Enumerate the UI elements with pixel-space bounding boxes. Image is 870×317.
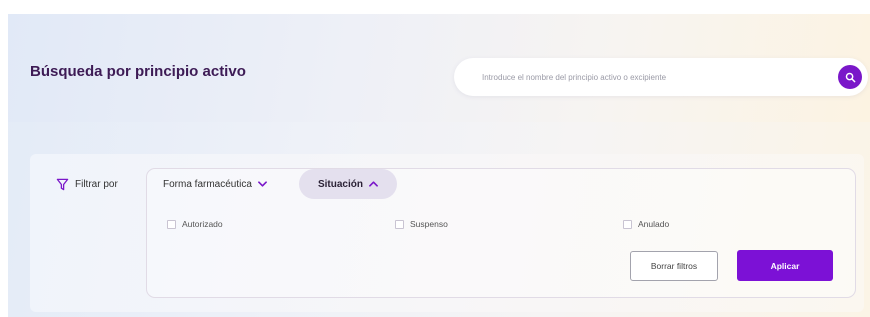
chevron-up-icon bbox=[369, 181, 378, 187]
option-anulado[interactable]: Anulado bbox=[623, 219, 669, 229]
page-title: Búsqueda por principio activo bbox=[30, 63, 246, 80]
checkbox-suspenso[interactable] bbox=[395, 219, 404, 229]
option-suspenso-label: Suspenso bbox=[410, 219, 448, 229]
tab-forma-farmaceutica[interactable]: Forma farmacéutica bbox=[151, 169, 279, 199]
tab-situacion-label: Situación bbox=[317, 178, 363, 190]
search-hero: Búsqueda por principio activo bbox=[8, 14, 870, 122]
filter-panel: Filtrar por Forma farmacéutica Situación… bbox=[30, 154, 864, 312]
search-box bbox=[454, 58, 868, 96]
filter-label: Filtrar por bbox=[56, 178, 118, 191]
search-input[interactable] bbox=[482, 68, 812, 86]
option-autorizado[interactable]: Autorizado bbox=[167, 219, 223, 229]
search-icon bbox=[845, 72, 855, 82]
option-suspenso[interactable]: Suspenso bbox=[395, 219, 448, 229]
page-background: Búsqueda por principio activo Filtrar po… bbox=[8, 14, 870, 317]
filter-options-box: Forma farmacéutica Situación Autorizado … bbox=[146, 168, 856, 298]
clear-filters-button[interactable]: Borrar filtros bbox=[630, 251, 718, 281]
search-button[interactable] bbox=[838, 65, 862, 89]
option-anulado-label: Anulado bbox=[638, 219, 670, 229]
filter-label-text: Filtrar por bbox=[75, 179, 118, 190]
tab-situacion[interactable]: Situación bbox=[299, 169, 397, 199]
option-autorizado-label: Autorizado bbox=[182, 219, 223, 229]
checkbox-autorizado[interactable] bbox=[167, 219, 176, 229]
chevron-down-icon bbox=[258, 181, 267, 187]
apply-button[interactable]: Aplicar bbox=[737, 250, 833, 281]
funnel-icon bbox=[56, 178, 69, 191]
checkbox-anulado[interactable] bbox=[623, 219, 632, 229]
tab-forma-farmaceutica-label: Forma farmacéutica bbox=[163, 178, 252, 190]
